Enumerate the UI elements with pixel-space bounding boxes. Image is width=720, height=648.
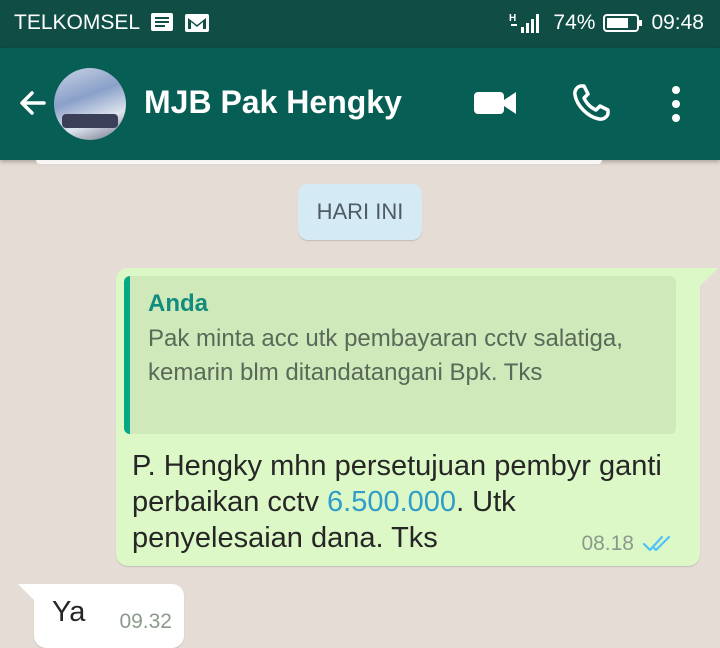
amount-link[interactable]: 6.500.000 (327, 486, 456, 518)
battery-icon (603, 14, 643, 32)
double-check-icon (642, 535, 671, 552)
incoming-message-time: 09.32 (119, 610, 172, 633)
incoming-message-bubble[interactable]: Ya 09.32 (18, 584, 184, 648)
quote-author: Anda (148, 290, 208, 317)
signal-icon: H (509, 13, 540, 33)
contact-name[interactable]: MJB Pak Hengky (144, 84, 402, 121)
back-arrow-icon[interactable] (14, 86, 50, 122)
previous-message-edge (36, 160, 602, 164)
message-notification-icon (151, 13, 174, 31)
video-call-icon[interactable] (472, 86, 518, 120)
chat-header: MJB Pak Hengky (0, 48, 720, 160)
incoming-message-text: Ya (52, 596, 86, 628)
network-type-label: H (509, 13, 516, 24)
quoted-reply[interactable]: Anda Pak minta acc utk pembayaran cctv s… (124, 276, 676, 434)
more-options-icon[interactable] (664, 84, 688, 124)
clock-time: 09:48 (651, 11, 704, 34)
quote-text: Pak minta acc utk pembayaran cctv salati… (148, 325, 623, 386)
message-meta: 08.18 (581, 532, 672, 556)
outgoing-message-bubble[interactable]: Anda Pak minta acc utk pembayaran cctv s… (116, 268, 718, 566)
battery-percentage: 74% (553, 11, 596, 34)
gmail-icon (185, 14, 210, 32)
message-time: 08.18 (581, 532, 634, 555)
carrier-name: TELKOMSEL (14, 11, 141, 34)
contact-avatar[interactable] (54, 68, 126, 140)
date-separator: HARI INI (298, 184, 422, 240)
status-bar: TELKOMSEL H 74% 09:48 (0, 0, 720, 48)
voice-call-icon[interactable] (570, 82, 612, 124)
date-label: HARI INI (316, 199, 404, 224)
